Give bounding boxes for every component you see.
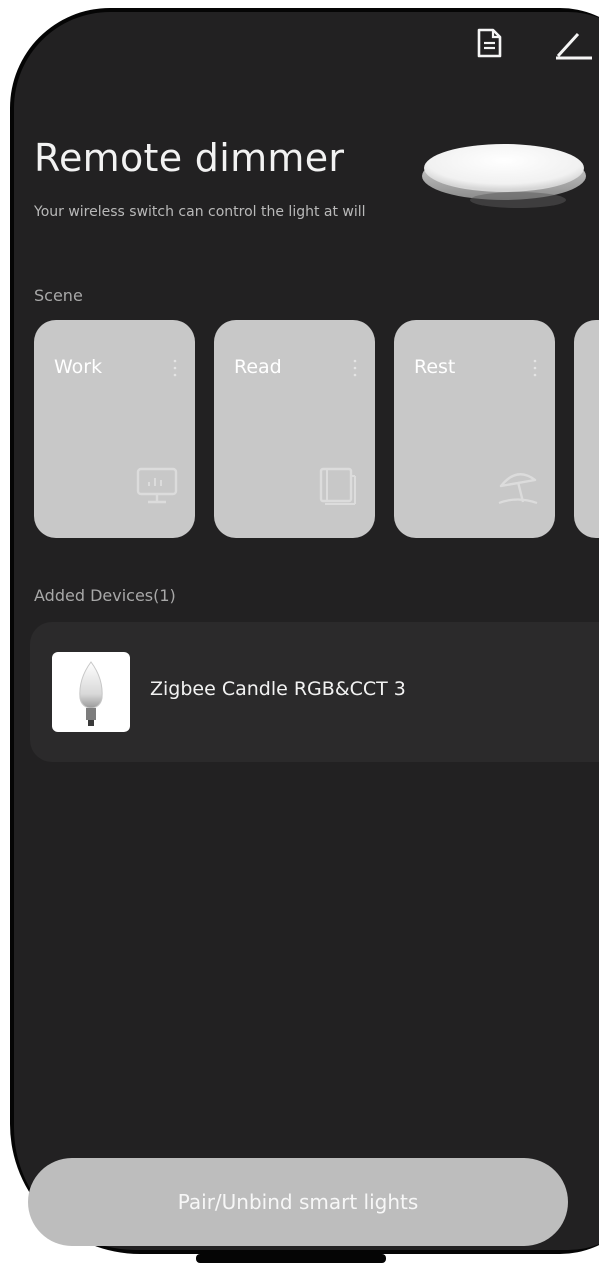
scene-card-partial[interactable]: [574, 320, 599, 538]
scene-card-read[interactable]: Read: [214, 320, 375, 538]
scene-card-label: Rest: [414, 356, 456, 378]
more-vertical-icon[interactable]: [533, 358, 537, 378]
candle-bulb-icon: [79, 661, 103, 726]
page-title: Remote dimmer: [34, 136, 345, 180]
page-subtitle: Your wireless switch can control the lig…: [34, 204, 366, 220]
more-vertical-icon[interactable]: [173, 358, 177, 378]
scene-card-work[interactable]: Work: [34, 320, 195, 538]
devices-section-label: Added Devices(1): [34, 586, 176, 605]
scene-card-label: Read: [234, 356, 282, 378]
home-indicator: [196, 1254, 386, 1263]
device-name: Zigbee Candle RGB&CCT 3: [150, 678, 406, 700]
device-thumbnail: [52, 652, 130, 732]
scene-card-rest[interactable]: Rest: [394, 320, 555, 538]
pair-unbind-button[interactable]: Pair/Unbind smart lights: [28, 1158, 568, 1246]
beach-umbrella-icon: [498, 473, 538, 505]
scene-card-label: Work: [54, 356, 103, 378]
edit-icon[interactable]: [552, 26, 592, 62]
device-list-item[interactable]: Zigbee Candle RGB&CCT 3: [30, 622, 599, 762]
monitor-icon: [136, 467, 178, 504]
scene-section-label: Scene: [34, 286, 83, 305]
document-icon[interactable]: [474, 27, 504, 59]
more-vertical-icon[interactable]: [353, 358, 357, 378]
book-icon: [319, 467, 356, 505]
app-screen: Remote dimmer Your wireless switch can c…: [0, 0, 599, 1263]
ceiling-light-image: [422, 144, 586, 208]
